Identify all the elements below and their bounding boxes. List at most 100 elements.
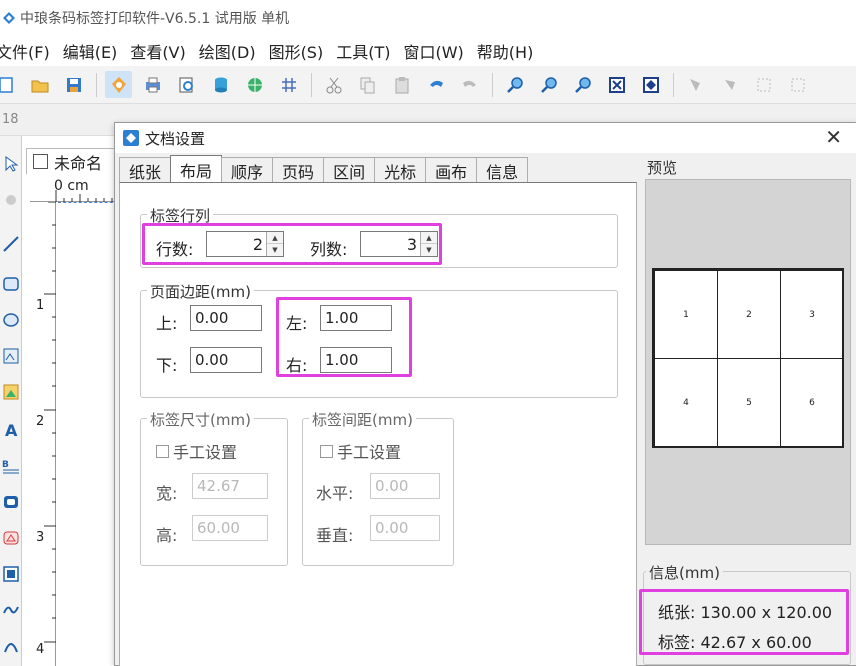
- save-icon[interactable]: [60, 71, 87, 98]
- main-toolbar: [0, 66, 856, 104]
- toolbar-separator: [95, 72, 97, 97]
- toolbar-separator: [672, 72, 674, 97]
- label-width-input[interactable]: 42.67: [192, 473, 268, 499]
- label-canvas[interactable]: [56, 202, 120, 666]
- highlight-info: [639, 589, 849, 655]
- document-settings-dialog: 文档设置 ✕ 纸张 布局 顺序 页码 区间 光标 画布 信息 标签行列 行数: …: [114, 122, 856, 666]
- toolbar-separator: [310, 72, 312, 97]
- horizontal-spacing-label: 水平:: [316, 484, 354, 503]
- title-bar: 中琅条码标签打印软件-V6.5.1 试用版 单机: [0, 0, 856, 36]
- tab-canvas[interactable]: 画布: [425, 157, 478, 183]
- globe-icon[interactable]: [241, 71, 268, 98]
- info-title: 信息(mm): [646, 562, 723, 583]
- preview-cell: 4: [654, 358, 718, 447]
- triangle-icon[interactable]: [0, 526, 21, 550]
- zoom-icon[interactable]: [569, 71, 596, 98]
- print-preview-icon[interactable]: [173, 71, 200, 98]
- dialog-tabs: 纸张 布局 顺序 页码 区间 光标 画布 信息: [119, 155, 529, 183]
- tool-c-icon[interactable]: [750, 71, 777, 98]
- curve-icon[interactable]: [0, 598, 21, 622]
- zoom-out-icon[interactable]: [535, 71, 562, 98]
- toolbar-separator: [491, 72, 493, 97]
- menu-draw[interactable]: 绘图(D): [199, 39, 256, 63]
- document-tab[interactable]: 未命名: [26, 148, 118, 174]
- checkbox-box[interactable]: [320, 444, 333, 458]
- pan-icon[interactable]: [0, 188, 21, 212]
- font-size-readout: 18: [2, 112, 19, 127]
- label-size-manual-label: 手工设置: [173, 443, 238, 462]
- dialog-app-icon: [123, 130, 139, 146]
- svg-text:A: A: [5, 422, 18, 438]
- close-icon[interactable]: ✕: [825, 127, 842, 147]
- preview-cell: 2: [717, 270, 781, 359]
- label-size-manual-checkbox[interactable]: 手工设置: [156, 439, 237, 463]
- menu-window[interactable]: 窗口(W): [403, 39, 463, 63]
- tab-page-number[interactable]: 页码: [272, 157, 325, 183]
- tab-order[interactable]: 顺序: [221, 157, 274, 183]
- margin-bottom-label: 下:: [156, 356, 178, 375]
- grid-icon[interactable]: [275, 71, 302, 98]
- label-height-label: 高:: [156, 526, 178, 545]
- vertical-ruler: 1 2 3 4: [30, 202, 56, 666]
- dialog-title-bar: 文档设置 ✕: [115, 123, 856, 153]
- menu-file[interactable]: 文件(F): [0, 39, 50, 63]
- checkbox-box[interactable]: [156, 444, 169, 458]
- paste-icon[interactable]: [388, 71, 415, 98]
- zoom-in-icon[interactable]: [501, 71, 528, 98]
- document-tab-checkbox[interactable]: [33, 154, 48, 169]
- horizontal-spacing-input[interactable]: 0.00: [370, 473, 440, 499]
- label-spacing-manual-checkbox[interactable]: 手工设置: [320, 439, 401, 463]
- menu-tools[interactable]: 工具(T): [336, 39, 390, 63]
- label-spacing-manual-label: 手工设置: [337, 443, 402, 462]
- text-icon[interactable]: A: [0, 418, 21, 442]
- margin-top-input[interactable]: 0.00: [190, 305, 262, 331]
- horizontal-ruler: 0 cm: [30, 176, 120, 202]
- cut-icon[interactable]: [320, 71, 347, 98]
- highlight-rows-cols: [142, 223, 442, 265]
- menu-view[interactable]: 查看(V): [130, 39, 185, 63]
- rectangle-icon[interactable]: [0, 272, 21, 296]
- image-icon[interactable]: [0, 344, 21, 368]
- svg-text:B: B: [2, 460, 9, 470]
- redo-icon[interactable]: [456, 71, 483, 98]
- layout-tab-panel: 标签行列 行数: 2 ▲ ▼ 列数: 3 ▲ ▼ 页面边距(mm) 上: 0.00 …: [119, 182, 637, 666]
- open-icon[interactable]: [26, 71, 53, 98]
- rich-text-icon[interactable]: B: [0, 454, 21, 478]
- ellipse-icon[interactable]: [0, 308, 21, 332]
- fit-icon[interactable]: [603, 71, 630, 98]
- dialog-title: 文档设置: [145, 129, 206, 148]
- tool-d-icon[interactable]: [784, 71, 811, 98]
- margin-bottom-input[interactable]: 0.00: [190, 347, 262, 373]
- barcode-icon[interactable]: [0, 490, 21, 514]
- picture-icon[interactable]: [0, 380, 21, 404]
- tab-cursor[interactable]: 光标: [374, 157, 427, 183]
- preview-title: 预览: [647, 159, 678, 177]
- menu-bar: 文件(F) 编辑(E) 查看(V) 绘图(D) 图形(S) 工具(T) 窗口(W…: [0, 36, 856, 66]
- line-icon[interactable]: [0, 232, 21, 256]
- select-arrow-icon[interactable]: [0, 152, 21, 176]
- label-height-input[interactable]: 60.00: [192, 515, 268, 541]
- new-icon[interactable]: [0, 71, 19, 98]
- arc-icon[interactable]: [0, 634, 21, 658]
- tool-b-icon[interactable]: [716, 71, 743, 98]
- menu-shape[interactable]: 图形(S): [269, 39, 324, 63]
- app-title: 中琅条码标签打印软件-V6.5.1 试用版 单机: [20, 11, 290, 27]
- label-spacing-title: 标签间距(mm): [309, 409, 416, 430]
- menu-edit[interactable]: 编辑(E): [63, 39, 118, 63]
- print-icon[interactable]: [139, 71, 166, 98]
- qrcode-icon[interactable]: [0, 562, 21, 586]
- hand-icon[interactable]: [105, 71, 132, 98]
- menu-help[interactable]: 帮助(H): [477, 39, 534, 63]
- tool-a-icon[interactable]: [682, 71, 709, 98]
- database-icon[interactable]: [207, 71, 234, 98]
- copy-icon[interactable]: [354, 71, 381, 98]
- tab-info[interactable]: 信息: [476, 157, 529, 183]
- tab-range[interactable]: 区间: [323, 157, 376, 183]
- tab-layout[interactable]: 布局: [170, 155, 223, 183]
- preview-cell: 1: [654, 270, 718, 359]
- tab-paper[interactable]: 纸张: [119, 157, 172, 183]
- vertical-spacing-input[interactable]: 0.00: [370, 515, 440, 541]
- undo-icon[interactable]: [422, 71, 449, 98]
- actual-size-icon[interactable]: [637, 71, 664, 98]
- drawing-toolbox: A B: [0, 136, 22, 666]
